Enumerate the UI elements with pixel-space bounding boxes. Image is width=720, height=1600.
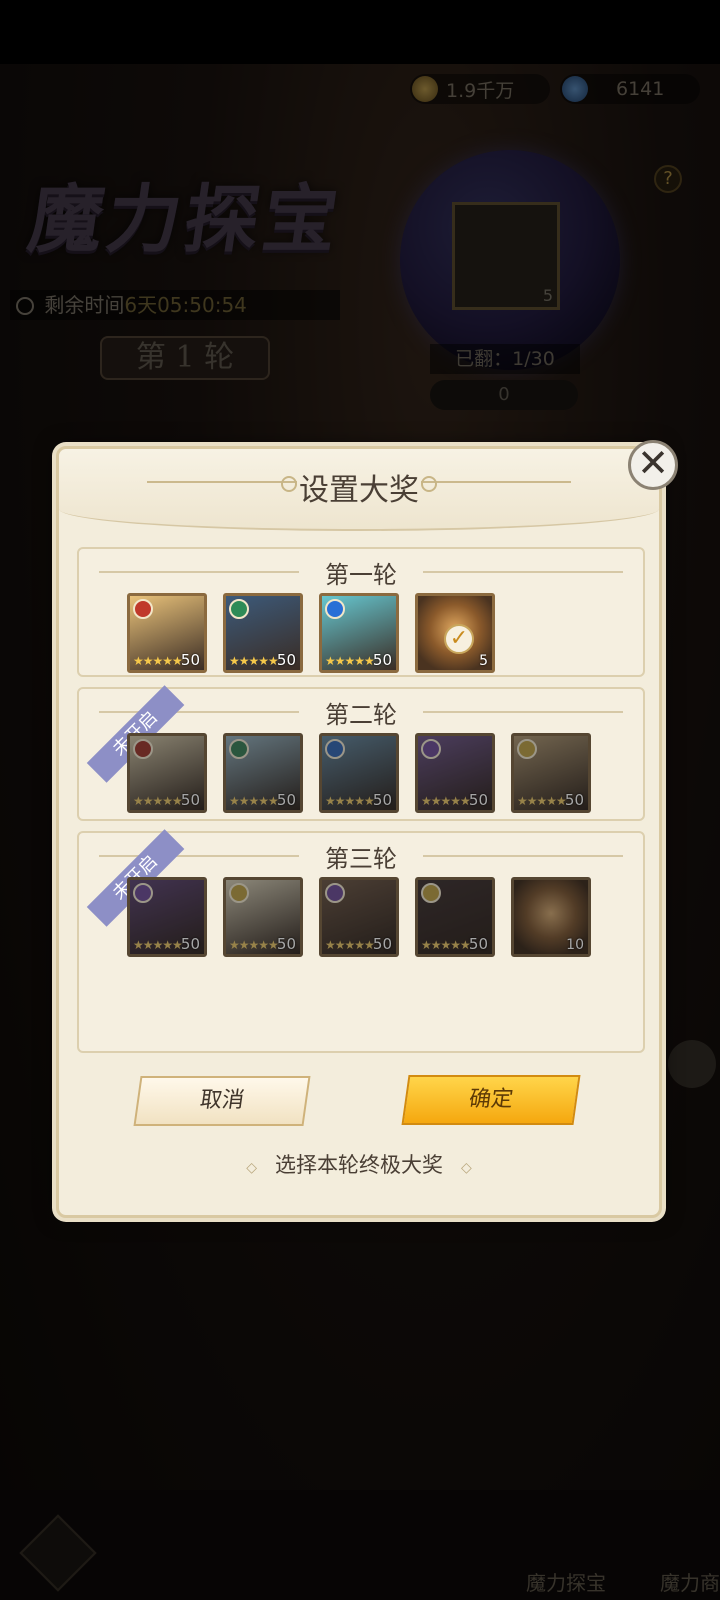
faction-icon (421, 883, 441, 903)
hero-level: 50 (276, 791, 296, 809)
item-quantity: 10 (566, 937, 584, 953)
item-quantity: 5 (479, 653, 488, 669)
round-section-3: 第三轮 未开启 ★★★★★50★★★★★50★★★★★50★★★★★5010 (77, 829, 645, 1053)
hint-text: 选择本轮终极大奖 (59, 1149, 659, 1179)
faction-icon (229, 883, 249, 903)
hero-level: 50 (468, 935, 488, 953)
hero-card[interactable]: ★★★★★ 50 (319, 877, 399, 957)
faction-icon (133, 883, 153, 903)
hero-level: 50 (372, 651, 392, 669)
hero-level: 50 (468, 791, 488, 809)
hero-card[interactable]: ★★★★★ 50 (223, 593, 303, 673)
hero-level: 50 (372, 791, 392, 809)
item-card[interactable]: 10 (511, 877, 591, 957)
item-card[interactable]: 5 ✓ (415, 593, 495, 673)
star-rating: ★★★★★ (421, 938, 471, 952)
hero-card[interactable]: ★★★★★ 50 (319, 593, 399, 673)
faction-icon (325, 599, 345, 619)
hero-level: 50 (276, 935, 296, 953)
hero-card[interactable]: ★★★★★ 50 (319, 733, 399, 813)
faction-icon (229, 739, 249, 759)
hero-card[interactable]: ★★★★★ 50 (127, 593, 207, 673)
hero-level: 50 (276, 651, 296, 669)
dialog-header: 设置大奖 (59, 449, 659, 531)
hero-card[interactable]: ★★★★★ 50 (415, 733, 495, 813)
hero-card[interactable]: ★★★★★ 50 (127, 733, 207, 813)
star-rating: ★★★★★ (229, 794, 279, 808)
round-title: 第一轮 (79, 555, 643, 590)
hero-card[interactable]: ★★★★★ 50 (511, 733, 591, 813)
hero-level: 50 (180, 791, 200, 809)
star-rating: ★★★★★ (325, 938, 375, 952)
hero-level: 50 (180, 651, 200, 669)
hero-level: 50 (564, 791, 584, 809)
hero-level: 50 (180, 935, 200, 953)
faction-icon (133, 739, 153, 759)
star-rating: ★★★★★ (133, 794, 183, 808)
set-grand-prize-dialog: 设置大奖 第一轮 ★★★★★50★★★★★50★★★★★505✓ 第二轮 未开启… (56, 446, 662, 1218)
confirm-button[interactable]: 确定 (401, 1075, 581, 1125)
close-icon[interactable]: ✕ (628, 440, 678, 490)
hero-card[interactable]: ★★★★★ 50 (223, 733, 303, 813)
app-root: 1.9千万 6141 魔力探宝 ? 剩余时间6天05:50:54 第 1 轮 5… (0, 0, 720, 1600)
round-section-1: 第一轮 ★★★★★ 50 ★★★★★ 50 ★★★★★ 50 5 ✓ (77, 547, 645, 677)
faction-icon (421, 739, 441, 759)
faction-icon (133, 599, 153, 619)
hero-card[interactable]: ★★★★★ 50 (127, 877, 207, 957)
dialog-title: 设置大奖 (299, 473, 419, 508)
star-rating: ★★★★★ (229, 654, 279, 668)
hero-card[interactable]: ★★★★★ 50 (223, 877, 303, 957)
star-rating: ★★★★★ (229, 938, 279, 952)
star-rating: ★★★★★ (133, 654, 183, 668)
star-rating: ★★★★★ (325, 794, 375, 808)
faction-icon (325, 739, 345, 759)
faction-icon (229, 599, 249, 619)
hero-level: 50 (372, 935, 392, 953)
faction-icon (325, 883, 345, 903)
star-rating: ★★★★★ (325, 654, 375, 668)
selected-check-icon: ✓ (444, 624, 474, 654)
cancel-button[interactable]: 取消 (133, 1076, 311, 1126)
hero-card[interactable]: ★★★★★ 50 (415, 877, 495, 957)
star-rating: ★★★★★ (133, 938, 183, 952)
star-rating: ★★★★★ (517, 794, 567, 808)
faction-icon (517, 739, 537, 759)
star-rating: ★★★★★ (421, 794, 471, 808)
round-section-2: 第二轮 未开启 ★★★★★50★★★★★50★★★★★50★★★★★50★★★★… (77, 685, 645, 821)
